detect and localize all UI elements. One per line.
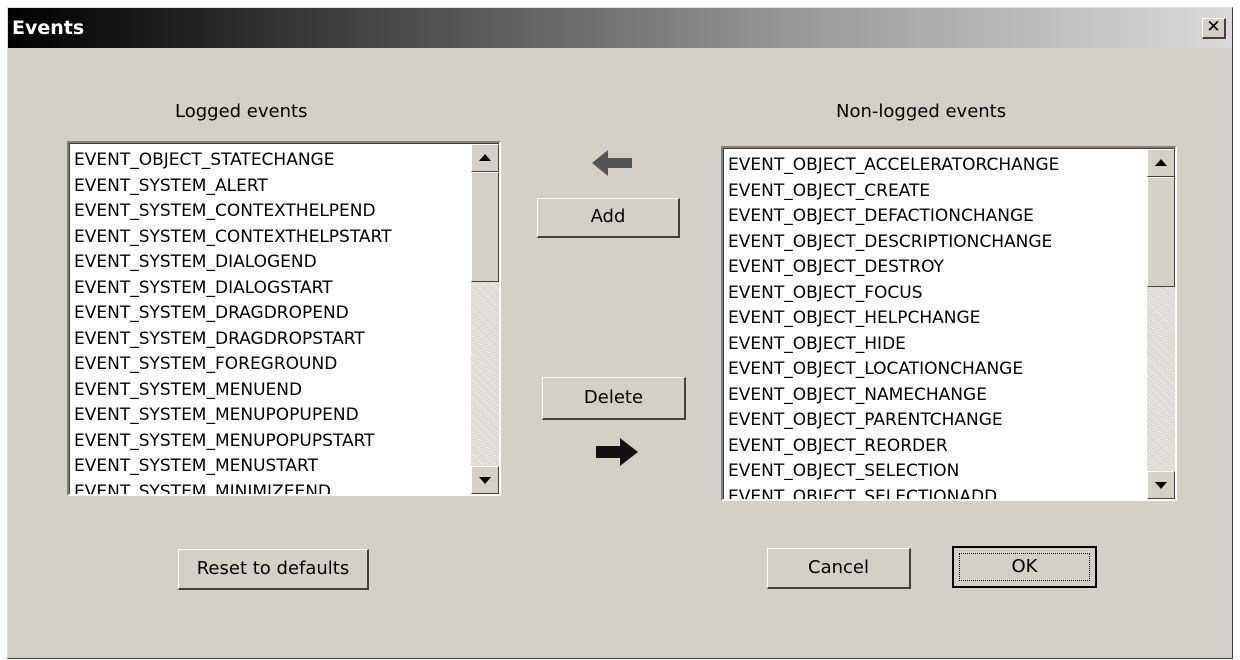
list-item[interactable]: EVENT_SYSTEM_DIALOGSTART (74, 276, 469, 302)
focus-indicator (959, 553, 1090, 581)
scroll-up-button[interactable] (1147, 149, 1175, 177)
arrow-left-icon (592, 150, 632, 176)
scroll-up-button[interactable] (471, 144, 499, 172)
list-item[interactable]: EVENT_SYSTEM_MENUPOPUPEND (74, 403, 469, 429)
list-item[interactable]: EVENT_OBJECT_LOCATIONCHANGE (728, 357, 1145, 383)
close-icon: ✕ (1206, 17, 1221, 37)
list-item[interactable]: EVENT_OBJECT_SELECTIONADD (728, 485, 1145, 500)
nonlogged-events-listbox[interactable]: EVENT_OBJECT_ACCELERATORCHANGE EVENT_OBJE… (721, 146, 1177, 501)
scroll-thumb[interactable] (1147, 177, 1175, 287)
add-button[interactable]: Add (537, 198, 680, 238)
list-item[interactable]: EVENT_SYSTEM_DRAGDROPSTART (74, 327, 469, 353)
ok-button[interactable]: OK (952, 546, 1097, 588)
logged-events-listbox[interactable]: EVENT_OBJECT_STATECHANGE EVENT_SYSTEM_ALE… (67, 141, 501, 496)
list-item[interactable]: EVENT_OBJECT_ACCELERATORCHANGE (728, 153, 1145, 179)
list-item[interactable]: EVENT_OBJECT_HIDE (728, 332, 1145, 358)
nonlogged-events-label: Non-logged events (836, 101, 1007, 122)
list-item[interactable]: EVENT_OBJECT_CREATE (728, 179, 1145, 205)
triangle-up-icon (1155, 159, 1167, 166)
scroll-down-button[interactable] (1147, 471, 1175, 499)
list-item[interactable]: EVENT_OBJECT_NAMECHANGE (728, 383, 1145, 409)
list-item[interactable]: EVENT_SYSTEM_MENUSTART (74, 454, 469, 480)
triangle-up-icon (479, 154, 491, 161)
list-item[interactable]: EVENT_OBJECT_STATECHANGE (74, 148, 469, 174)
delete-button[interactable]: Delete (542, 377, 686, 420)
title-bar[interactable]: Events ✕ (8, 8, 1232, 48)
close-button[interactable]: ✕ (1202, 18, 1226, 39)
list-item[interactable]: EVENT_SYSTEM_ALERT (74, 174, 469, 200)
scroll-down-button[interactable] (471, 466, 499, 494)
list-item[interactable]: EVENT_SYSTEM_MINIMIZEEND (74, 480, 469, 495)
arrow-right-icon (596, 438, 638, 466)
nonlogged-events-list: EVENT_OBJECT_ACCELERATORCHANGE EVENT_OBJE… (728, 153, 1145, 500)
nonlogged-scrollbar[interactable] (1147, 149, 1175, 499)
list-item[interactable]: EVENT_OBJECT_SELECTION (728, 459, 1145, 485)
scroll-thumb[interactable] (471, 172, 499, 282)
logged-scrollbar[interactable] (471, 144, 499, 494)
logged-events-list: EVENT_OBJECT_STATECHANGE EVENT_SYSTEM_ALE… (74, 148, 469, 495)
listbox-frame: EVENT_OBJECT_STATECHANGE EVENT_SYSTEM_ALE… (69, 143, 499, 494)
list-item[interactable]: EVENT_OBJECT_FOCUS (728, 281, 1145, 307)
list-item[interactable]: EVENT_OBJECT_DESCRIPTIONCHANGE (728, 230, 1145, 256)
list-item[interactable]: EVENT_SYSTEM_CONTEXTHELPEND (74, 199, 469, 225)
events-dialog: Events ✕ Logged events Non-logged events… (7, 7, 1233, 659)
logged-events-label: Logged events (175, 101, 308, 122)
window-title: Events (12, 17, 85, 39)
list-item[interactable]: EVENT_SYSTEM_DRAGDROPEND (74, 301, 469, 327)
list-item[interactable]: EVENT_SYSTEM_MENUPOPUPSTART (74, 429, 469, 455)
list-item[interactable]: EVENT_SYSTEM_FOREGROUND (74, 352, 469, 378)
list-item[interactable]: EVENT_SYSTEM_DIALOGEND (74, 250, 469, 276)
list-item[interactable]: EVENT_OBJECT_HELPCHANGE (728, 306, 1145, 332)
listbox-frame: EVENT_OBJECT_ACCELERATORCHANGE EVENT_OBJE… (723, 148, 1175, 499)
list-item[interactable]: EVENT_OBJECT_DESTROY (728, 255, 1145, 281)
list-item[interactable]: EVENT_SYSTEM_MENUEND (74, 378, 469, 404)
list-item[interactable]: EVENT_SYSTEM_CONTEXTHELPSTART (74, 225, 469, 251)
list-item[interactable]: EVENT_OBJECT_PARENTCHANGE (728, 408, 1145, 434)
reset-to-defaults-button[interactable]: Reset to defaults (178, 549, 369, 590)
triangle-down-icon (1155, 482, 1167, 489)
list-item[interactable]: EVENT_OBJECT_REORDER (728, 434, 1145, 460)
triangle-down-icon (479, 477, 491, 484)
list-item[interactable]: EVENT_OBJECT_DEFACTIONCHANGE (728, 204, 1145, 230)
cancel-button[interactable]: Cancel (767, 548, 911, 589)
